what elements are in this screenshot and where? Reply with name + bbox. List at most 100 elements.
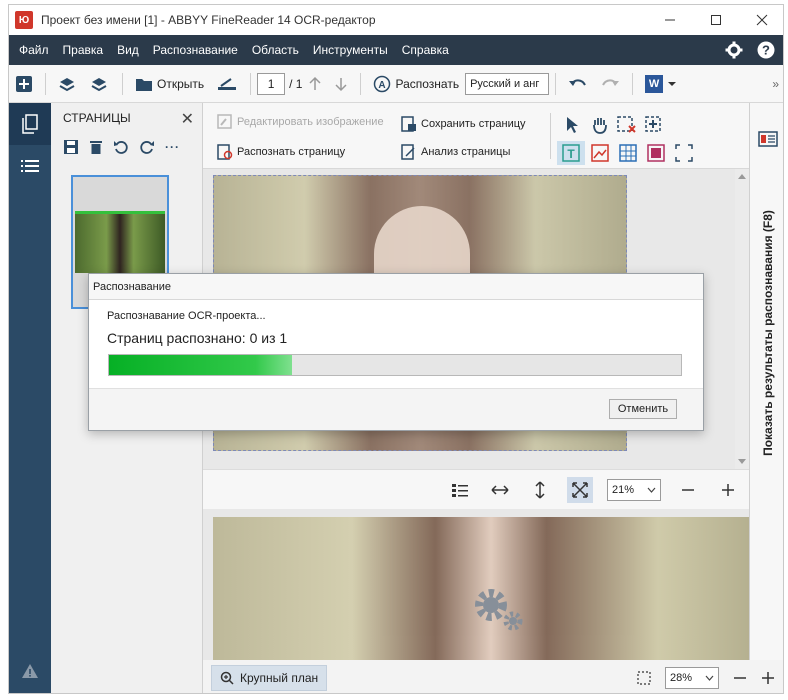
barcode-area-icon[interactable] — [675, 144, 693, 162]
help-icon[interactable]: ? — [757, 41, 775, 59]
menu-area[interactable]: Область — [245, 43, 306, 57]
processing-gear-icon — [475, 589, 523, 631]
toolbar-overflow-button[interactable]: » — [766, 70, 783, 98]
scan-button[interactable] — [210, 70, 244, 98]
prev-page-button[interactable] — [302, 70, 328, 98]
fit-width-icon — [491, 484, 509, 495]
show-results-toggle[interactable]: Показать результаты распознавания (F8) — [756, 183, 780, 483]
text-panel-icon[interactable] — [758, 131, 778, 147]
export-word-button[interactable]: W — [639, 70, 683, 98]
closeup-bar: Крупный план 28% — [203, 660, 783, 693]
layers-button[interactable] — [84, 70, 116, 98]
chevron-down-icon — [705, 675, 714, 681]
selection-icon[interactable] — [637, 670, 651, 685]
undo-icon — [569, 78, 586, 86]
menu-edit[interactable]: Правка — [56, 43, 111, 57]
pages-rail-button[interactable] — [9, 103, 51, 145]
more-icon[interactable]: ··· — [165, 140, 180, 154]
save-page-button[interactable]: Сохранить страницу — [401, 116, 526, 132]
picture-area-icon[interactable] — [591, 144, 609, 162]
next-page-button[interactable] — [328, 70, 354, 98]
analyze-page-button[interactable]: Анализ страницы — [401, 144, 510, 160]
closeup-zoom-value: 28% — [670, 671, 693, 684]
toolbar-separator — [550, 113, 551, 159]
magnifier-icon — [220, 671, 234, 685]
svg-text:A: A — [379, 80, 386, 91]
fit-list-button[interactable] — [447, 477, 473, 503]
add-pages-button[interactable] — [52, 70, 84, 98]
chevron-down-icon — [647, 487, 656, 493]
save-page-icon — [401, 116, 416, 132]
dialog-page-count: Страниц распознано: 0 из 1 — [107, 330, 288, 346]
image-zoom-select[interactable]: 21% — [607, 478, 661, 501]
fit-height-button[interactable] — [527, 477, 553, 503]
redo-button[interactable] — [594, 70, 626, 98]
fit-page-button[interactable] — [567, 476, 593, 503]
recognize-page-button[interactable]: Распознать страницу — [217, 144, 345, 160]
rotate-right-icon[interactable] — [139, 139, 155, 155]
maximize-icon — [711, 15, 721, 25]
background-picture-icon[interactable] — [647, 144, 665, 162]
rotate-left-icon[interactable] — [113, 139, 129, 155]
plus-icon[interactable] — [761, 671, 775, 685]
open-label: Открыть — [157, 76, 205, 91]
recognize-page-icon — [217, 144, 233, 160]
fit-width-button[interactable] — [487, 477, 513, 503]
pointer-icon[interactable] — [565, 116, 579, 134]
menu-recognition[interactable]: Распознавание — [146, 43, 245, 57]
close-icon — [756, 14, 768, 26]
menu-help[interactable]: Справка — [395, 43, 456, 57]
image-zoom-value: 21% — [612, 483, 635, 496]
menu-view[interactable]: Вид — [110, 43, 146, 57]
text-area-tool-active[interactable]: T — [557, 141, 585, 165]
app-logo-icon: Ю — [15, 11, 33, 29]
title-bar: Ю Проект без имени [1] - ABBYY FineReade… — [9, 5, 783, 35]
closeup-zoom-select[interactable]: 28% — [665, 666, 719, 689]
trash-icon[interactable] — [89, 139, 103, 155]
scanner-icon — [218, 77, 237, 90]
closeup-zoom-controls: 28% — [637, 666, 783, 689]
svg-text:?: ? — [762, 43, 770, 58]
edit-image-button[interactable]: Редактировать изображение — [217, 114, 384, 130]
table-area-icon[interactable] — [619, 144, 637, 162]
recognize-page-label: Распознать страницу — [237, 146, 346, 158]
image-scrollbar[interactable] — [735, 169, 749, 469]
scroll-down-icon — [738, 459, 746, 464]
warning-button[interactable] — [21, 663, 39, 682]
zoom-out-button[interactable] — [675, 477, 701, 503]
minimize-button[interactable] — [647, 5, 693, 35]
gear-icon[interactable] — [725, 41, 743, 59]
minus-icon — [682, 488, 694, 491]
closeup-button[interactable]: Крупный план — [211, 664, 328, 691]
close-window-button[interactable] — [739, 5, 783, 35]
close-icon[interactable]: ✕ — [181, 109, 194, 129]
image-zoom-bar: 21% — [203, 469, 749, 509]
progress-fill — [109, 355, 293, 375]
show-results-label: Показать результаты распознавания (F8) — [761, 210, 776, 456]
menu-bar: Файл Правка Вид Распознавание Область Ин… — [9, 35, 783, 65]
plus-icon — [722, 483, 734, 496]
page-number-input[interactable]: 1 — [257, 72, 286, 95]
minus-icon[interactable] — [733, 671, 747, 685]
menu-file[interactable]: Файл — [9, 43, 56, 57]
delete-area-icon[interactable] — [617, 116, 637, 134]
new-task-button[interactable] — [9, 70, 39, 98]
undo-button[interactable] — [562, 70, 594, 98]
save-icon[interactable] — [63, 139, 79, 155]
page-thumbnail-image — [75, 211, 165, 273]
hand-icon[interactable] — [591, 116, 609, 134]
add-area-icon[interactable] — [645, 116, 663, 134]
recognize-button[interactable]: A Распознать — [367, 70, 465, 98]
right-rail: Показать результаты распознавания (F8) — [749, 103, 783, 660]
new-task-icon — [16, 75, 32, 92]
layers-icon — [91, 77, 107, 91]
double-chevron-icon: » — [772, 76, 779, 91]
zoom-in-button[interactable] — [715, 477, 741, 503]
open-button[interactable]: Открыть — [129, 70, 210, 98]
cancel-button[interactable]: Отменить — [609, 399, 677, 419]
menu-tools[interactable]: Инструменты — [306, 43, 395, 57]
maximize-button[interactable] — [693, 5, 739, 35]
language-select[interactable]: Русский и анг — [465, 72, 550, 95]
list-rail-button[interactable] — [9, 145, 51, 187]
list-layout-icon — [452, 483, 468, 497]
